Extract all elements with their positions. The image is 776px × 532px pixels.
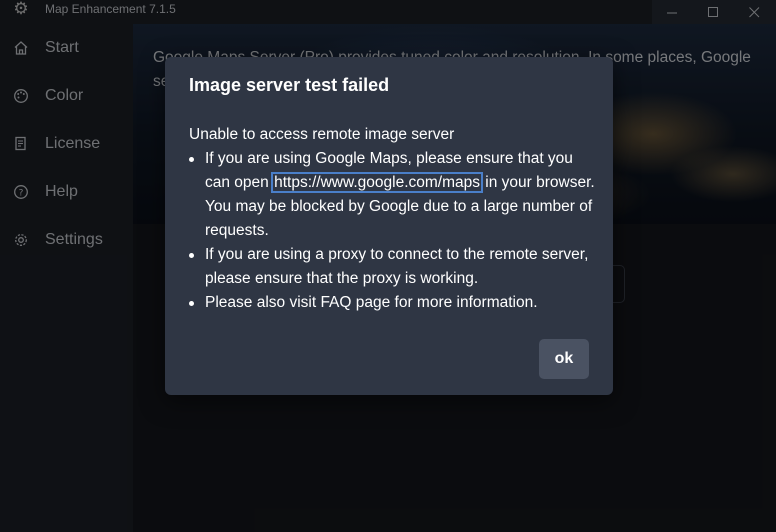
dialog-intro: Unable to access remote image server: [189, 126, 455, 143]
bullet-icon: [189, 253, 194, 258]
dialog-bullet-list: If you are using Google Maps, please ens…: [189, 147, 599, 315]
ok-button[interactable]: ok: [539, 339, 589, 379]
list-item: If you are using a proxy to connect to t…: [189, 243, 599, 291]
dialog-title: Image server test failed: [189, 75, 390, 95]
dialog-body: Unable to access remote image server If …: [189, 123, 599, 315]
bullet-icon: [189, 301, 194, 306]
error-dialog: Image server test failed Unable to acces…: [165, 57, 613, 395]
bullet-icon: [189, 157, 194, 162]
list-item: Please also visit FAQ page for more info…: [189, 291, 599, 315]
list-item: If you are using Google Maps, please ens…: [189, 147, 599, 243]
google-maps-link[interactable]: https://www.google.com/maps: [271, 172, 483, 193]
